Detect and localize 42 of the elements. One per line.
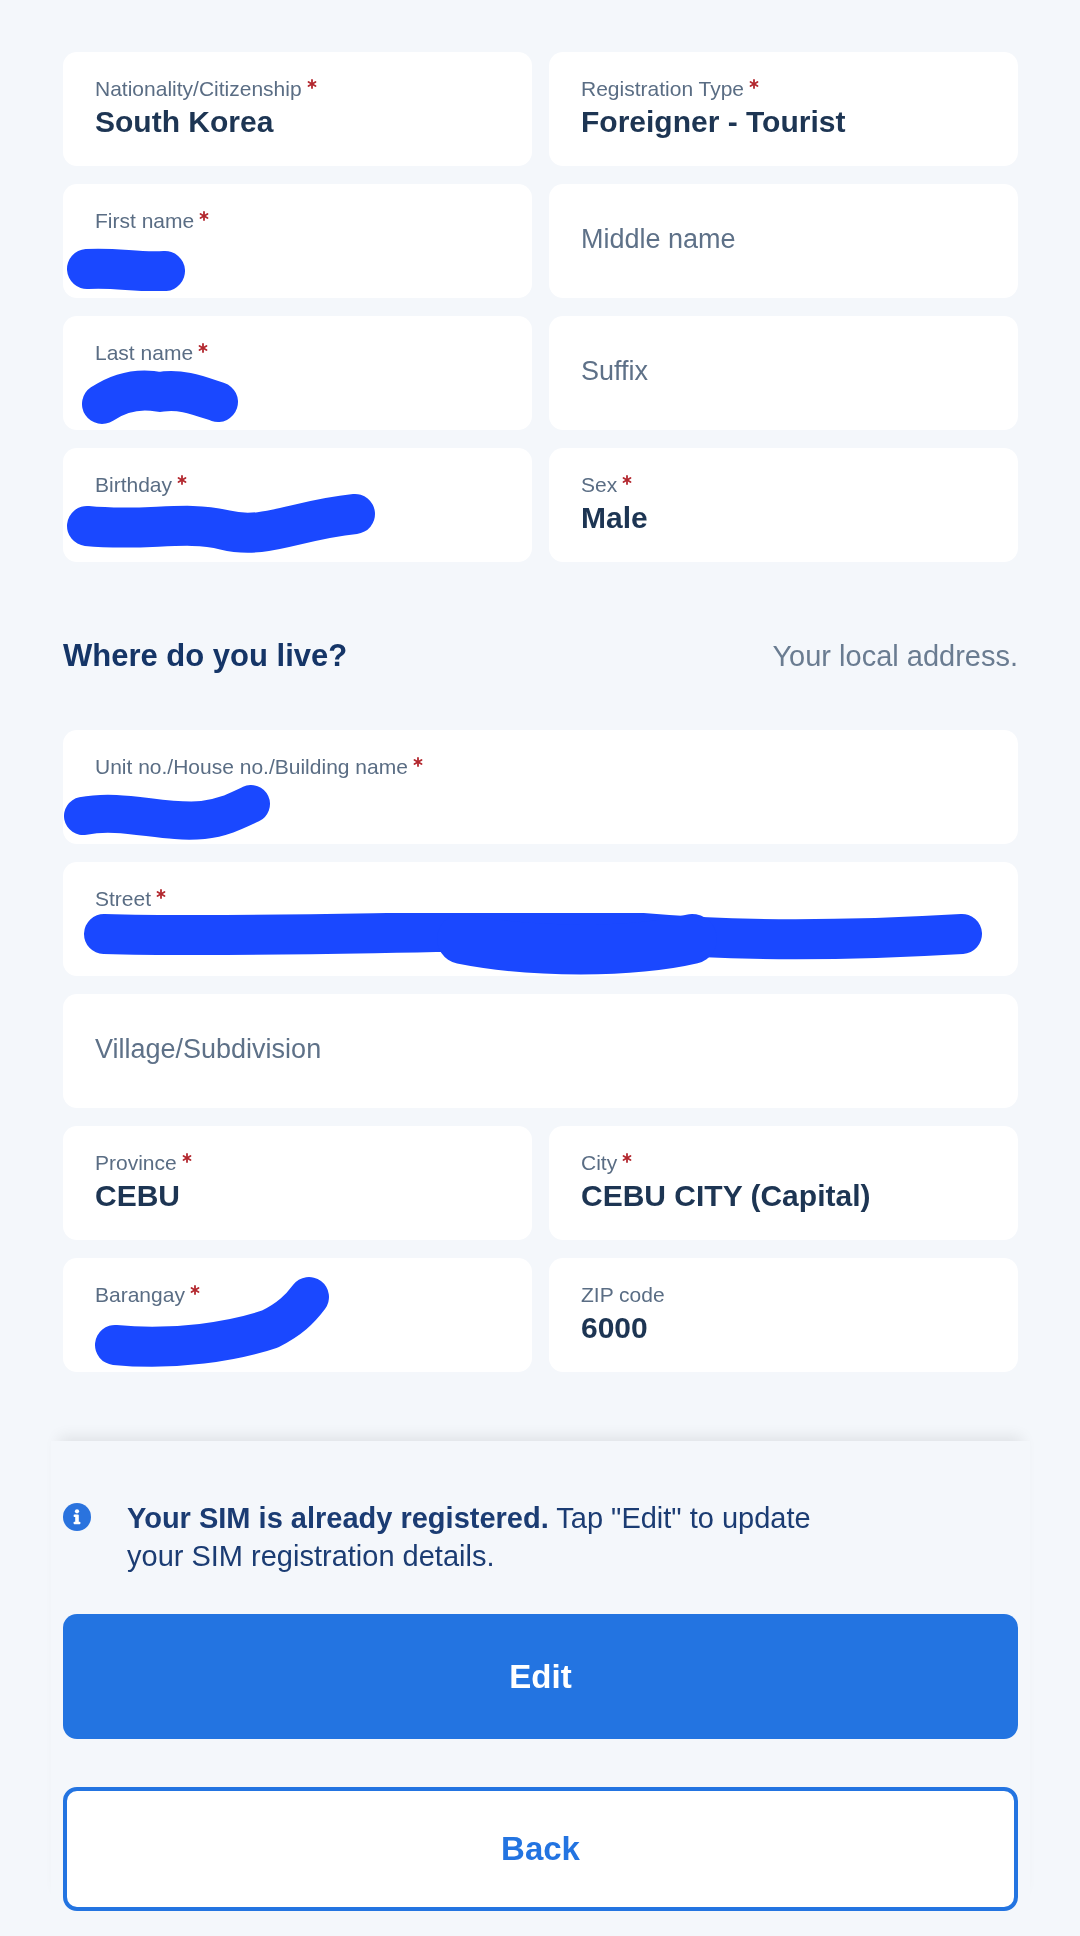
field-label: Registration Type [581,76,745,102]
field-value: 6000 [581,1310,648,1346]
field-value: Foreigner - Tourist [581,104,846,140]
field-label: First name [95,208,195,234]
text-field[interactable]: Nationality/Citizenship South Korea [63,52,532,166]
text-field[interactable]: Suffix [549,316,1018,430]
field-placeholder: Middle name [581,223,736,256]
field-label: Birthday [95,472,173,498]
text-field[interactable]: Middle name [549,184,1018,298]
field-label: ZIP code [581,1282,665,1308]
text-field[interactable]: Barangay [63,1258,532,1372]
section-hint: Your local address. [772,639,1018,674]
text-field[interactable]: Sex Male [549,448,1018,562]
notice-text: Your SIM is already registered. Tap "Edit" to update your SIM registration details. [127,1501,812,1574]
field-label: Street [95,886,152,912]
field-value: South Korea [95,104,274,140]
text-field[interactable]: First name [63,184,532,298]
field-label: Unit no./House no./Building name [95,754,408,780]
field-placeholder: Suffix [581,355,649,388]
field-value: CEBU CITY (Capital) [581,1178,871,1214]
text-field[interactable]: Birthday [63,448,532,562]
outline-button[interactable]: Back [63,1787,1018,1911]
text-field[interactable]: Last name [63,316,532,430]
text-field[interactable]: Unit no./House no./Building name [63,730,1018,844]
field-label: Barangay [95,1282,185,1308]
text-field[interactable]: Province CEBU [63,1126,532,1240]
text-field[interactable]: Street [63,862,1018,976]
field-label: Nationality/Citizenship [95,76,302,102]
text-field[interactable]: Village/Subdivision [63,994,1018,1108]
section-title: Where do you live? [63,637,348,675]
field-label: Province [95,1150,177,1176]
field-value: CEBU [95,1178,180,1214]
field-label: Last name [95,340,194,366]
info-icon [63,1503,91,1531]
text-field[interactable]: City CEBU CITY (Capital) [549,1126,1018,1240]
field-label: Sex [581,472,618,498]
primary-button[interactable]: Edit [63,1614,1018,1739]
text-field[interactable]: Registration Type Foreigner - Tourist [549,52,1018,166]
text-field[interactable]: ZIP code 6000 [549,1258,1018,1372]
field-label: City [581,1150,618,1176]
field-placeholder: Village/Subdivision [95,1033,322,1066]
field-value: Male [581,500,648,536]
